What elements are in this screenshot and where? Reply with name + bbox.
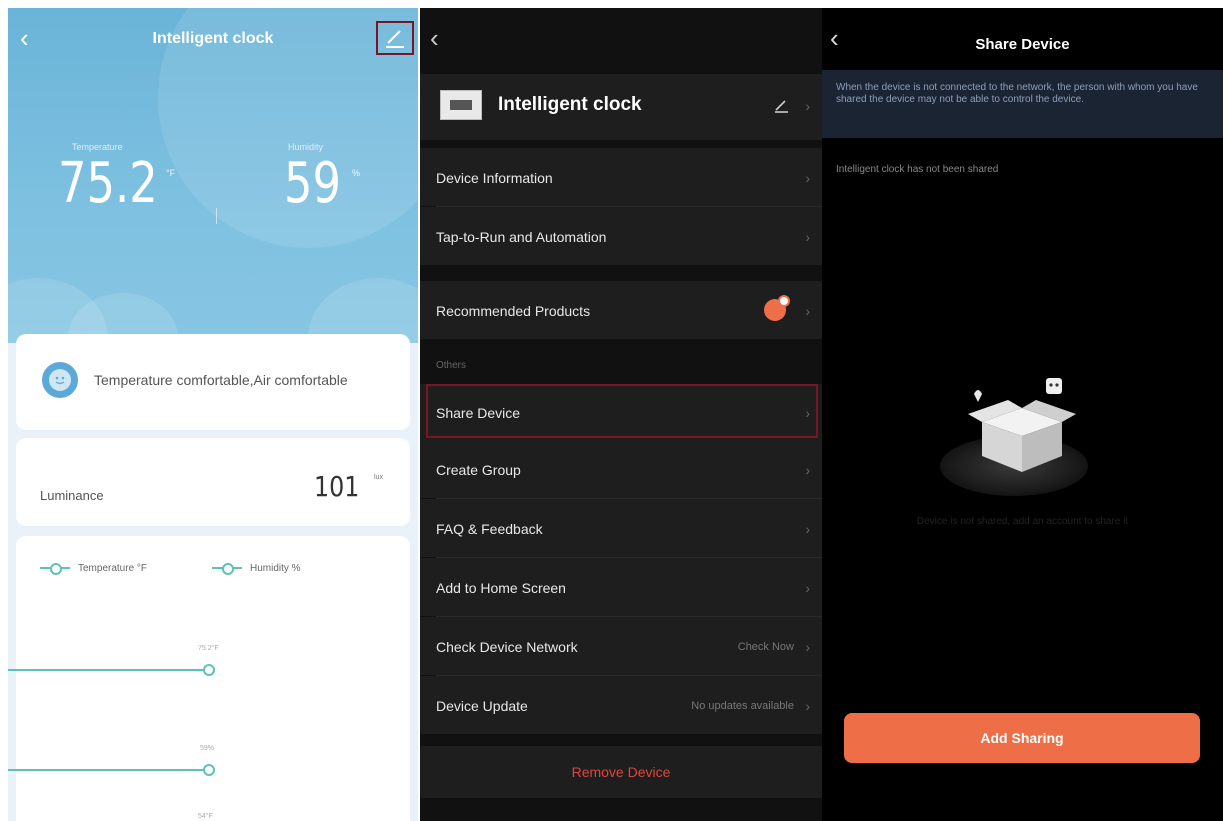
point-label: 54°F	[198, 812, 213, 820]
humidity-point[interactable]	[203, 764, 215, 776]
share-status: Intelligent clock has not been shared	[836, 164, 999, 175]
device-header-row[interactable]: Intelligent clock ›	[420, 74, 822, 140]
product-icon	[764, 295, 790, 321]
comfort-status: Temperature comfortable,Air comfortable	[94, 372, 348, 388]
check-device-network-item[interactable]: Check Device Network Check Now ›	[420, 617, 822, 675]
luminance-label: Luminance	[40, 488, 104, 503]
chevron-right-icon: ›	[805, 698, 810, 714]
point-label: 75.2°F	[198, 644, 219, 652]
device-thumbnail	[440, 90, 482, 120]
edit-icon	[386, 30, 404, 48]
page-title: Intelligent clock	[152, 30, 274, 47]
device-information-item[interactable]: Device Information ›	[420, 148, 822, 206]
faq-feedback-item[interactable]: FAQ & Feedback ›	[420, 499, 822, 557]
legend-temperature[interactable]: Temperature °F	[40, 562, 147, 575]
chevron-right-icon: ›	[805, 521, 810, 537]
tap-to-run-item[interactable]: Tap-to-Run and Automation ›	[420, 207, 822, 265]
smile-icon	[42, 362, 78, 398]
menu-item-label: Check Device Network	[436, 639, 578, 655]
humidity-unit: %	[352, 168, 361, 178]
create-group-item[interactable]: Create Group ›	[420, 440, 822, 498]
settings-panel: ‹ Intelligent clock › Device Information…	[420, 8, 822, 821]
device-panel: ‹ Intelligent clock Temperature 75.2 °F …	[8, 8, 418, 821]
menu-item-label: Device Update	[436, 698, 528, 714]
legend-humidity[interactable]: Humidity %	[212, 562, 301, 575]
chevron-right-icon: ›	[805, 303, 810, 319]
luminance-unit: lux	[374, 474, 383, 481]
add-sharing-button[interactable]: Add Sharing	[844, 713, 1200, 763]
chevron-right-icon: ›	[805, 462, 810, 478]
temperature-value: 75.2	[58, 151, 158, 216]
remove-device-label: Remove Device	[571, 764, 671, 780]
trend-chart: 75.2°F 59% 54°F	[8, 644, 219, 820]
legend-marker-icon	[212, 562, 242, 575]
edit-icon[interactable]	[772, 98, 790, 114]
comfort-card: Temperature comfortable,Air comfortable	[16, 334, 410, 430]
menu-item-label: Recommended Products	[436, 303, 591, 319]
luminance-card: Luminance 101 lux	[16, 438, 410, 526]
chevron-right-icon: ›	[805, 229, 810, 245]
menu-item-label: Tap-to-Run and Automation	[436, 229, 607, 245]
back-icon[interactable]: ‹	[430, 25, 439, 51]
chevron-right-icon: ›	[805, 580, 810, 596]
empty-box-icon	[968, 378, 1076, 472]
chevron-right-icon: ›	[805, 98, 810, 114]
selection-highlight	[426, 384, 818, 438]
share-panel: ‹ Share Device When the device is not co…	[822, 8, 1223, 821]
remove-device-button[interactable]: Remove Device	[420, 746, 822, 798]
trend-chart-card: Temperature °F Humidity % 75.2°F 59% 54°…	[8, 536, 410, 821]
menu-item-label: FAQ & Feedback	[436, 521, 543, 537]
device-update-item[interactable]: Device Update No updates available ›	[420, 676, 822, 734]
empty-state-hint: Device is not shared, add an account to …	[916, 516, 1129, 527]
luminance-value: 101	[314, 470, 360, 503]
network-notice: When the device is not connected to the …	[822, 70, 1223, 138]
legend-marker-icon	[40, 562, 70, 575]
page-title: Share Device	[975, 36, 1070, 53]
menu-item-label: Create Group	[436, 462, 521, 478]
check-now-value: Check Now	[737, 641, 794, 653]
menu-item-label: Device Information	[436, 170, 553, 186]
section-header-others: Others	[436, 360, 467, 371]
chevron-right-icon: ›	[805, 170, 810, 186]
recommended-products-item[interactable]: Recommended Products ›	[420, 281, 822, 339]
humidity-value: 59	[284, 151, 342, 216]
temperature-unit: °F	[166, 168, 176, 178]
temperature-point[interactable]	[203, 664, 215, 676]
point-label: 59%	[200, 745, 214, 752]
edit-button[interactable]	[376, 21, 414, 55]
menu-item-label: Add to Home Screen	[436, 580, 566, 596]
update-status-value: No updates available	[691, 700, 794, 712]
add-to-home-screen-item[interactable]: Add to Home Screen ›	[420, 558, 822, 616]
device-name: Intelligent clock	[498, 94, 642, 115]
hero-section: ‹ Intelligent clock Temperature 75.2 °F …	[8, 8, 418, 343]
chevron-right-icon: ›	[805, 639, 810, 655]
stat-divider	[216, 208, 217, 224]
